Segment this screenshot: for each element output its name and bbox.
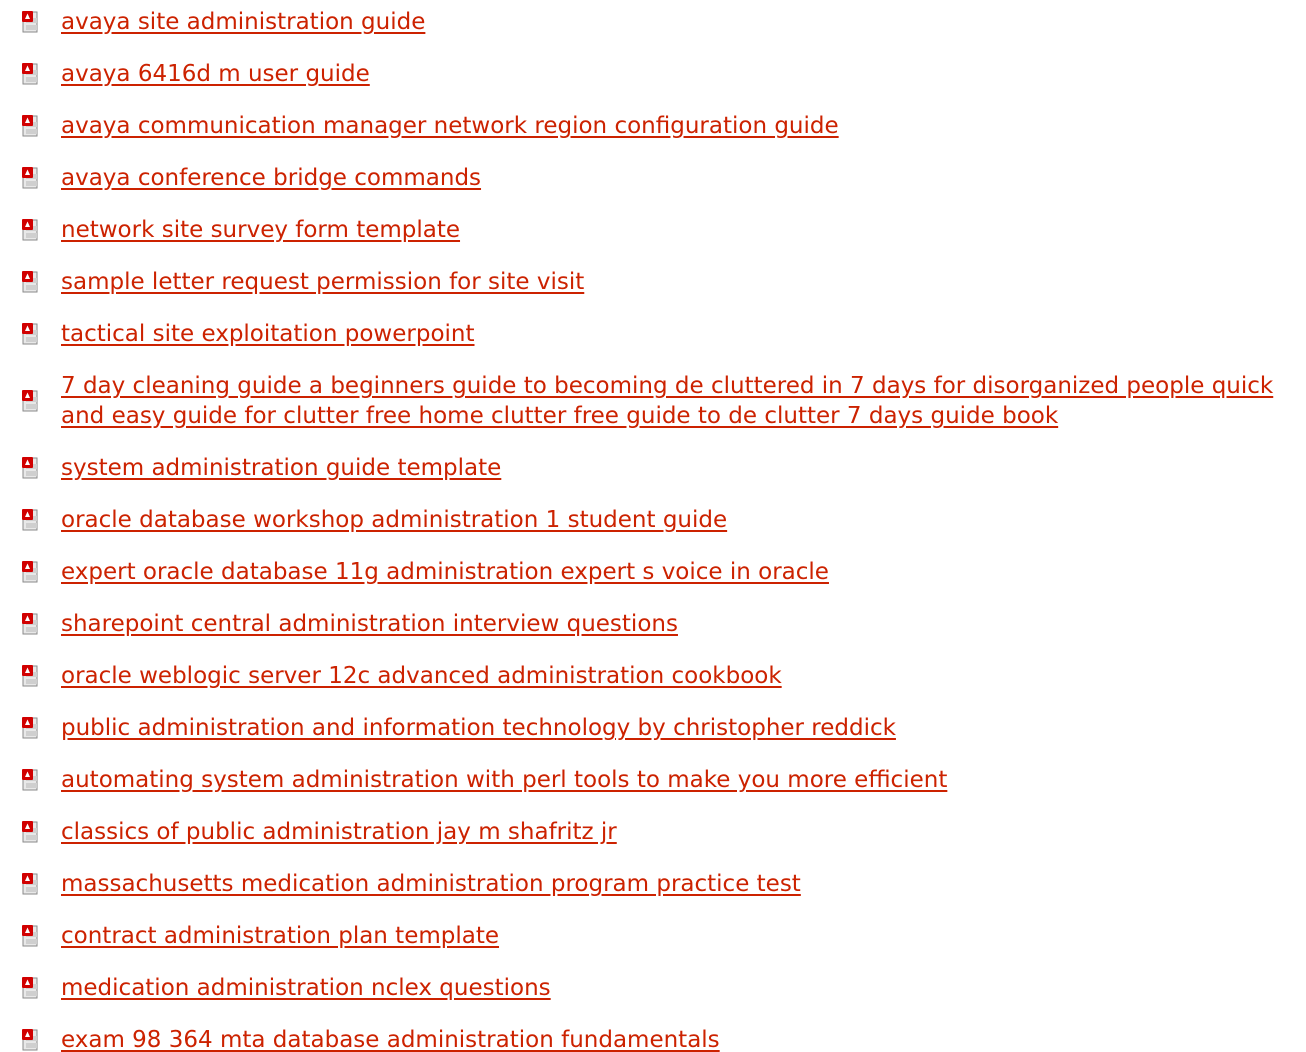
list-item: system administration guide template [0, 453, 1301, 483]
document-link[interactable]: expert oracle database 11g administratio… [61, 559, 829, 585]
document-link[interactable]: public administration and information te… [61, 715, 896, 741]
pdf-file-icon [22, 271, 38, 293]
document-link[interactable]: classics of public administration jay m … [61, 819, 617, 845]
pdf-file-icon [22, 11, 38, 33]
pdf-file-icon [22, 821, 38, 843]
list-item: massachusetts medication administration … [0, 869, 1301, 899]
document-link[interactable]: oracle database workshop administration … [61, 507, 727, 533]
pdf-file-icon [22, 219, 38, 241]
pdf-file-icon [22, 457, 38, 479]
list-item: avaya 6416d m user guide [0, 59, 1301, 89]
list-item: oracle database workshop administration … [0, 505, 1301, 535]
list-item: oracle weblogic server 12c advanced admi… [0, 661, 1301, 691]
list-item: expert oracle database 11g administratio… [0, 557, 1301, 587]
list-item: contract administration plan template [0, 921, 1301, 951]
list-item: medication administration nclex question… [0, 973, 1301, 1003]
list-item: classics of public administration jay m … [0, 817, 1301, 847]
list-item: avaya communication manager network regi… [0, 111, 1301, 141]
list-item: sample letter request permission for sit… [0, 267, 1301, 297]
document-link-list: avaya site administration guide avaya 64… [0, 0, 1306, 1052]
list-item: avaya site administration guide [0, 7, 1301, 37]
document-link[interactable]: avaya conference bridge commands [61, 165, 481, 191]
pdf-file-icon [22, 167, 38, 189]
document-link[interactable]: avaya communication manager network regi… [61, 113, 839, 139]
pdf-file-icon [22, 665, 38, 687]
list-item: exam 98 364 mta database administration … [0, 1025, 1301, 1052]
document-link[interactable]: sample letter request permission for sit… [61, 269, 584, 295]
document-link[interactable]: network site survey form template [61, 217, 460, 243]
document-link[interactable]: medication administration nclex question… [61, 975, 551, 1001]
pdf-file-icon [22, 115, 38, 137]
pdf-file-icon [22, 390, 38, 412]
pdf-file-icon [22, 323, 38, 345]
document-link[interactable]: oracle weblogic server 12c advanced admi… [61, 663, 782, 689]
document-link[interactable]: tactical site exploitation powerpoint [61, 321, 475, 347]
pdf-file-icon [22, 925, 38, 947]
pdf-file-icon [22, 63, 38, 85]
document-link[interactable]: system administration guide template [61, 455, 501, 481]
list-item: 7 day cleaning guide a beginners guide t… [0, 371, 1301, 431]
list-item: network site survey form template [0, 215, 1301, 245]
pdf-file-icon [22, 873, 38, 895]
list-item: sharepoint central administration interv… [0, 609, 1301, 639]
document-link[interactable]: sharepoint central administration interv… [61, 611, 678, 637]
pdf-file-icon [22, 613, 38, 635]
list-item: tactical site exploitation powerpoint [0, 319, 1301, 349]
pdf-file-icon [22, 561, 38, 583]
pdf-file-icon [22, 1029, 38, 1051]
document-link[interactable]: 7 day cleaning guide a beginners guide t… [61, 373, 1273, 429]
document-link[interactable]: exam 98 364 mta database administration … [61, 1027, 720, 1052]
document-link[interactable]: automating system administration with pe… [61, 767, 947, 793]
list-item: avaya conference bridge commands [0, 163, 1301, 193]
pdf-file-icon [22, 717, 38, 739]
document-link[interactable]: massachusetts medication administration … [61, 871, 801, 897]
list-item: automating system administration with pe… [0, 765, 1301, 795]
document-link[interactable]: contract administration plan template [61, 923, 499, 949]
document-link[interactable]: avaya 6416d m user guide [61, 61, 370, 87]
document-link[interactable]: avaya site administration guide [61, 9, 425, 35]
pdf-file-icon [22, 977, 38, 999]
list-item: public administration and information te… [0, 713, 1301, 743]
pdf-file-icon [22, 509, 38, 531]
pdf-file-icon [22, 769, 38, 791]
